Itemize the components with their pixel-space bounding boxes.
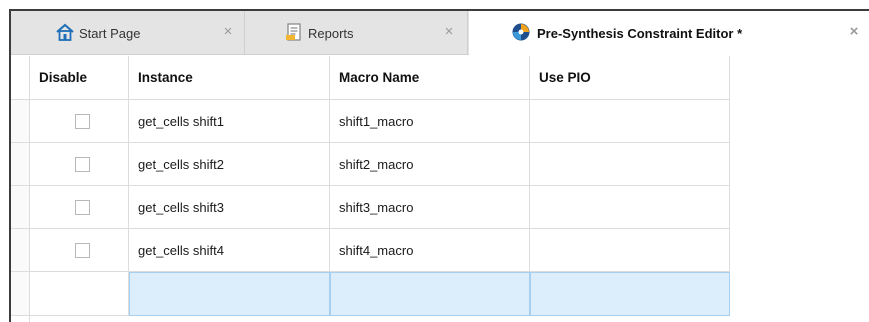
use-pio-cell[interactable] [530, 100, 730, 143]
row-header[interactable] [11, 186, 30, 229]
macro-name-cell[interactable]: shift2_macro [330, 143, 530, 186]
disable-cell [30, 229, 129, 272]
use-pio-cell[interactable] [530, 143, 730, 186]
macro-name-cell[interactable]: shift4_macro [330, 229, 530, 272]
tab-pre-synthesis-constraint-editor[interactable]: Pre-Synthesis Constraint Editor * × [469, 11, 869, 56]
column-header-instance[interactable]: Instance [129, 56, 330, 100]
close-icon[interactable]: × [221, 24, 235, 39]
new-row-disable-cell[interactable] [30, 272, 129, 316]
row-header[interactable] [11, 143, 30, 186]
disable-checkbox[interactable] [75, 199, 90, 215]
editor-window: Start Page × Reports × Pre-Synthesis Con… [9, 9, 869, 322]
new-row-instance-cell[interactable] [129, 272, 330, 316]
constraint-editor-icon [511, 22, 531, 42]
macro-name-cell[interactable]: shift3_macro [330, 186, 530, 229]
column-header-macro-name[interactable]: Macro Name [330, 56, 530, 100]
use-pio-cell[interactable] [530, 229, 730, 272]
tab-label: Start Page [79, 25, 141, 41]
tab-label: Reports [308, 25, 354, 41]
disable-checkbox[interactable] [75, 156, 90, 172]
new-row-macro-name-cell[interactable] [330, 272, 530, 316]
report-document-icon [284, 22, 304, 42]
use-pio-cell[interactable] [530, 186, 730, 229]
instance-cell[interactable]: get_cells shift1 [129, 100, 330, 143]
tab-label: Pre-Synthesis Constraint Editor * [537, 26, 743, 41]
column-header-use-pio[interactable]: Use PIO [530, 56, 730, 100]
disable-checkbox[interactable] [75, 242, 90, 258]
tab-bar: Start Page × Reports × Pre-Synthesis Con… [11, 11, 869, 56]
close-icon[interactable]: × [847, 24, 861, 39]
row-header-corner [11, 56, 30, 100]
instance-cell[interactable]: get_cells shift3 [129, 186, 330, 229]
home-icon [55, 22, 75, 42]
new-row-use-pio-cell[interactable] [530, 272, 730, 316]
column-header-disable[interactable]: Disable [30, 56, 129, 100]
row-header[interactable] [11, 100, 30, 143]
disable-cell [30, 143, 129, 186]
disable-cell [30, 186, 129, 229]
row-header [11, 316, 30, 322]
tab-reports[interactable]: Reports × [246, 11, 468, 55]
macro-name-cell[interactable]: shift1_macro [330, 100, 530, 143]
row-header[interactable] [11, 229, 30, 272]
disable-cell [30, 100, 129, 143]
disable-checkbox[interactable] [75, 113, 90, 129]
tab-start-page[interactable]: Start Page × [11, 11, 245, 55]
close-icon[interactable]: × [442, 24, 456, 39]
instance-cell[interactable]: get_cells shift2 [129, 143, 330, 186]
row-header[interactable] [11, 272, 30, 316]
instance-cell[interactable]: get_cells shift4 [129, 229, 330, 272]
